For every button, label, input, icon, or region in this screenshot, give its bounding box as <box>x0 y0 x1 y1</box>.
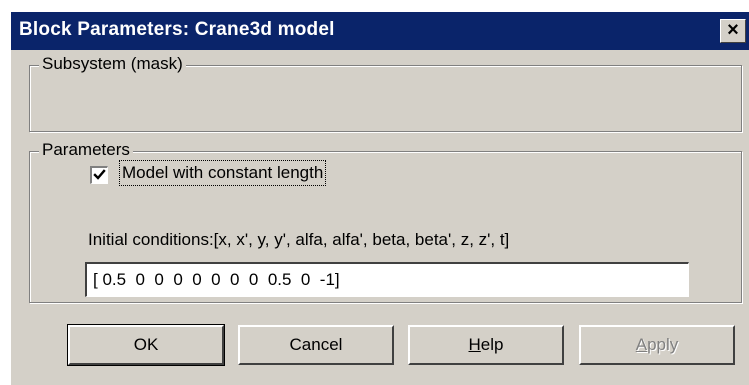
subsystem-groupbox: Subsystem (mask) <box>29 54 742 132</box>
ok-button[interactable]: OK <box>67 324 225 366</box>
initial-conditions-input[interactable] <box>85 262 689 297</box>
constant-length-checkbox[interactable] <box>90 166 108 184</box>
initial-conditions-label: Initial conditions:[x, x', y, y', alfa, … <box>88 230 510 249</box>
checkmark-icon <box>93 169 106 180</box>
block-parameters-dialog: Block Parameters: Crane3d model × Subsys… <box>11 12 749 385</box>
close-icon: × <box>727 19 739 41</box>
apply-button[interactable]: Apply <box>579 325 735 365</box>
constant-length-label[interactable]: Model with constant length <box>118 160 327 186</box>
title-bar[interactable]: Block Parameters: Crane3d model × <box>11 12 749 50</box>
parameters-legend: Parameters <box>39 140 133 160</box>
help-button[interactable]: Help <box>408 325 564 365</box>
window-title: Block Parameters: Crane3d model <box>19 19 335 40</box>
subsystem-legend: Subsystem (mask) <box>39 54 186 74</box>
close-button[interactable]: × <box>720 19 746 43</box>
cancel-button[interactable]: Cancel <box>238 325 394 365</box>
parameters-groupbox: Parameters Model with constant length In… <box>29 140 742 303</box>
